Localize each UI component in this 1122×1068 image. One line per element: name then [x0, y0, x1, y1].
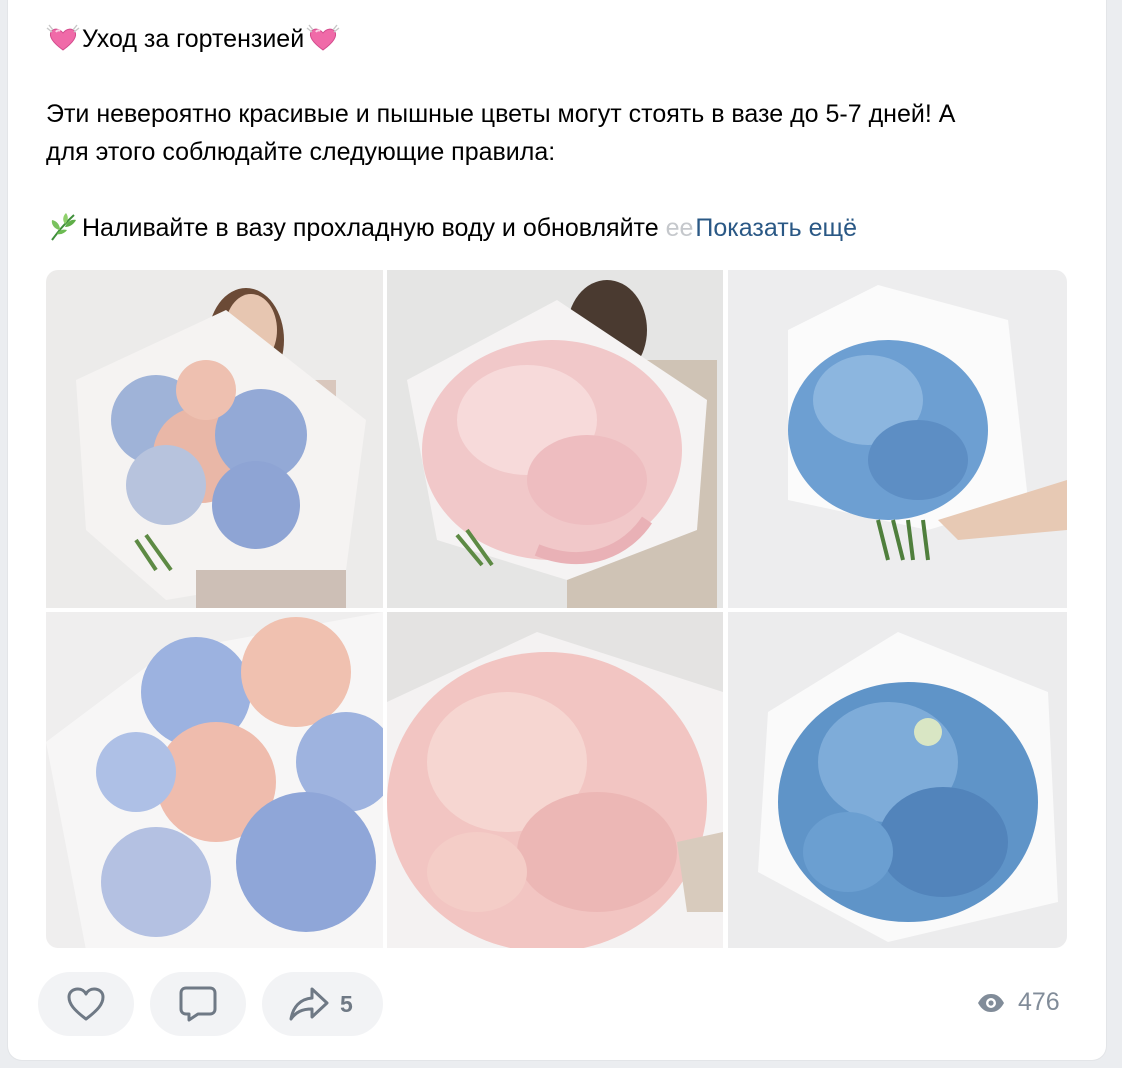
herb-emoji-icon — [46, 212, 80, 242]
views-count: 476 — [1018, 988, 1060, 1016]
heart-ribbon-emoji-icon — [306, 23, 340, 53]
post-paragraph-line-1: Эти невероятно красивые и пышные цветы м… — [46, 100, 956, 128]
share-button[interactable]: 5 — [262, 972, 383, 1036]
photo-3[interactable] — [728, 270, 1067, 608]
heart-icon — [67, 987, 105, 1021]
photo-5[interactable] — [387, 612, 723, 948]
like-button[interactable] — [38, 972, 134, 1036]
post-tip-text: Наливайте в вазу прохладную воду и обнов… — [82, 214, 666, 242]
eye-icon — [978, 993, 1004, 1012]
comment-button[interactable] — [150, 972, 246, 1036]
share-count: 5 — [340, 990, 353, 1017]
photo-2[interactable] — [387, 270, 723, 608]
photo-gallery — [46, 270, 1067, 948]
post-title: Уход за гортензией — [82, 25, 305, 53]
post-tip-line: Наливайте в вазу прохладную воду и обнов… — [46, 209, 857, 247]
heart-ribbon-emoji-icon — [46, 23, 80, 53]
views-counter: 476 — [976, 988, 1060, 1017]
post-title-line: Уход за гортензией — [46, 20, 342, 58]
photo-1[interactable] — [46, 270, 383, 608]
comment-icon — [179, 986, 217, 1022]
share-icon — [289, 987, 329, 1021]
post-tip-faded-text: ее — [665, 214, 694, 242]
show-more-link[interactable]: Показать ещё — [695, 214, 857, 242]
post-paragraph-line-2: для этого соблюдайте следующие правила: — [46, 138, 556, 166]
photo-4[interactable] — [46, 612, 383, 948]
photo-6[interactable] — [728, 612, 1067, 948]
